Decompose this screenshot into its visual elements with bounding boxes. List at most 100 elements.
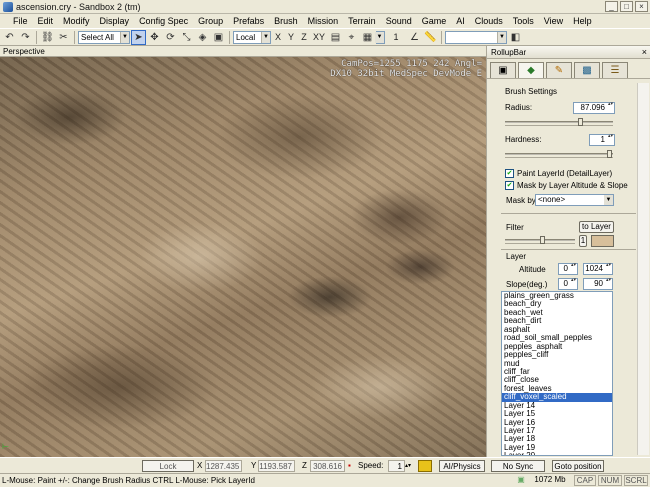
radius-slider-track bbox=[505, 121, 613, 123]
filter-small-button[interactable]: 1 bbox=[579, 235, 587, 247]
menu-brush[interactable]: Brush bbox=[269, 16, 303, 26]
axis-z-button[interactable]: Z bbox=[298, 32, 310, 42]
rollup-scrollbar[interactable] bbox=[637, 83, 649, 455]
close-icon[interactable]: × bbox=[635, 1, 648, 12]
altitude-min-spinner[interactable]: 0 bbox=[558, 263, 578, 275]
select-mode-value: Select All bbox=[81, 32, 114, 42]
terrain-follow-icon[interactable]: ▤ bbox=[328, 30, 343, 45]
title-bar: ascension.cry - Sandbox 2 (tm) _ □ × bbox=[0, 0, 650, 14]
filter-slider[interactable] bbox=[505, 236, 575, 244]
grid-icon[interactable]: ▦ bbox=[360, 30, 375, 45]
chevron-down-icon: ▼ bbox=[375, 31, 384, 43]
menu-terrain[interactable]: Terrain bbox=[343, 16, 381, 26]
link-icon[interactable]: ⛓ bbox=[40, 30, 55, 45]
game-mode-icon[interactable] bbox=[418, 460, 432, 472]
unlink-icon[interactable]: ✂ bbox=[56, 30, 71, 45]
no-sync-player-button[interactable]: No Sync Player bbox=[491, 460, 545, 483]
filter-color-swatch[interactable] bbox=[591, 235, 614, 247]
altitude-label: Altitude bbox=[519, 265, 546, 274]
menu-clouds[interactable]: Clouds bbox=[470, 16, 508, 26]
goto-position-button[interactable]: Goto position bbox=[552, 460, 604, 472]
close-icon[interactable]: × bbox=[642, 47, 647, 58]
layer-header: Layer bbox=[506, 252, 527, 261]
filter-label: Filter bbox=[506, 223, 524, 232]
layer-list[interactable]: plains_green_grass beach_dry beach_wet beac… bbox=[501, 291, 613, 456]
x-coord-field[interactable]: 1287.435 bbox=[205, 460, 242, 472]
coord-system-dropdown[interactable]: Local ▼ bbox=[233, 30, 271, 44]
paint-layer-checkbox[interactable]: ✔ Paint LayerId (DetailLayer) bbox=[505, 169, 612, 178]
mask-by-dropdown[interactable]: <none> ▼ bbox=[535, 194, 614, 206]
ai-physics-button[interactable]: AI/Physics bbox=[439, 460, 485, 472]
tab-modeling-icon[interactable]: ✎ bbox=[546, 62, 572, 78]
redo-icon[interactable]: ↷ bbox=[18, 30, 33, 45]
select-mode-dropdown[interactable]: Select All ▼ bbox=[78, 30, 130, 44]
menu-game[interactable]: Game bbox=[417, 16, 452, 26]
axis-y-button[interactable]: Y bbox=[285, 32, 297, 42]
rotate-icon[interactable]: ⟳ bbox=[163, 30, 178, 45]
menu-file[interactable]: File bbox=[8, 16, 33, 26]
radius-spinner[interactable]: 87.096 bbox=[573, 102, 615, 114]
menu-group[interactable]: Group bbox=[193, 16, 228, 26]
menu-config-spec[interactable]: Config Spec bbox=[134, 16, 193, 26]
tab-objects-icon[interactable]: ▣ bbox=[490, 62, 516, 78]
menu-tools[interactable]: Tools bbox=[508, 16, 539, 26]
maximize-icon[interactable]: □ bbox=[620, 1, 633, 12]
axis-x-button[interactable]: X bbox=[272, 32, 284, 42]
move-icon[interactable]: ✥ bbox=[147, 30, 162, 45]
menu-sound[interactable]: Sound bbox=[381, 16, 417, 26]
viewport-header[interactable]: Perspective bbox=[0, 46, 486, 57]
menu-ai[interactable]: AI bbox=[451, 16, 470, 26]
view-dropdown[interactable]: ▼ bbox=[445, 30, 507, 44]
window-controls: _ □ × bbox=[605, 1, 648, 12]
menu-help[interactable]: Help bbox=[568, 16, 597, 26]
y-coord-field[interactable]: 1193.587 bbox=[258, 460, 295, 472]
perspective-viewport[interactable]: CamPos=1255 1175 242 Angl= DX10 32bit Me… bbox=[0, 57, 486, 457]
menu-display[interactable]: Display bbox=[95, 16, 135, 26]
select-region-icon[interactable]: ▣ bbox=[211, 30, 226, 45]
to-layer-button[interactable]: to Layer bbox=[579, 221, 614, 233]
rollup-title-text: RollupBar bbox=[491, 48, 527, 57]
checkbox-checked-icon: ✔ bbox=[505, 181, 514, 190]
tab-display-icon[interactable]: ▩ bbox=[574, 62, 600, 78]
mask-by-value: <none> bbox=[538, 195, 566, 204]
menu-prefabs[interactable]: Prefabs bbox=[228, 16, 269, 26]
tab-layers-icon[interactable]: ☰ bbox=[602, 62, 628, 78]
menu-mission[interactable]: Mission bbox=[303, 16, 344, 26]
angle-snap-icon[interactable]: ∠ bbox=[407, 30, 422, 45]
paint-layer-label: Paint LayerId (DetailLayer) bbox=[517, 169, 613, 178]
menu-edit[interactable]: Edit bbox=[33, 16, 59, 26]
layer-icon[interactable]: ◧ bbox=[508, 30, 523, 45]
ruler-icon[interactable]: 📏 bbox=[423, 30, 438, 45]
z-coord-field[interactable]: 308.616 bbox=[310, 460, 345, 472]
tab-terrain-icon[interactable]: ◆ bbox=[518, 62, 544, 78]
scale-icon[interactable]: ⤡ bbox=[179, 30, 194, 45]
layer-list-item[interactable]: Layer 20 bbox=[502, 451, 612, 455]
radius-slider-thumb[interactable] bbox=[578, 118, 583, 126]
filter-slider-thumb[interactable] bbox=[540, 236, 545, 244]
hardness-slider-thumb[interactable] bbox=[607, 150, 612, 158]
viewport-info: CamPos=1255 1175 242 Angl= DX10 32bit Me… bbox=[330, 59, 482, 79]
menu-view[interactable]: View bbox=[539, 16, 568, 26]
grid-dropdown[interactable]: ▼ bbox=[375, 30, 385, 44]
undo-icon[interactable]: ↶ bbox=[2, 30, 17, 45]
select-arrow-icon[interactable]: ➤ bbox=[131, 29, 146, 45]
menu-bar: File Edit Modify Display Config Spec Gro… bbox=[0, 14, 650, 28]
terrain-snap-icon[interactable]: ◈ bbox=[195, 30, 210, 45]
status-message: L-Mouse: Paint +/-: Change Brush Radius … bbox=[2, 476, 255, 485]
rollup-tabs: ▣ ◆ ✎ ▩ ☰ bbox=[487, 59, 650, 79]
menu-modify[interactable]: Modify bbox=[58, 16, 95, 26]
altitude-max-spinner[interactable]: 1024 bbox=[583, 263, 613, 275]
hardness-spinner[interactable]: 1 bbox=[589, 134, 615, 146]
minimize-icon[interactable]: _ bbox=[605, 1, 618, 12]
mask-altitude-checkbox[interactable]: ✔ Mask by Layer Altitude & Slope bbox=[505, 181, 628, 190]
toolbar-separator bbox=[74, 30, 75, 44]
object-snap-icon[interactable]: ⌖ bbox=[344, 30, 359, 45]
slope-max-spinner[interactable]: 90 bbox=[583, 278, 613, 290]
lock-selection-button[interactable]: Lock Selection bbox=[142, 460, 194, 483]
hardness-slider[interactable] bbox=[505, 150, 613, 158]
slope-min-spinner[interactable]: 0 bbox=[558, 278, 578, 290]
speed-spinner-icon[interactable]: ▴▾ bbox=[405, 460, 413, 472]
axis-xy-button[interactable]: XY bbox=[311, 32, 327, 42]
speed-field[interactable]: 1 bbox=[388, 460, 405, 472]
radius-slider[interactable] bbox=[505, 118, 613, 126]
